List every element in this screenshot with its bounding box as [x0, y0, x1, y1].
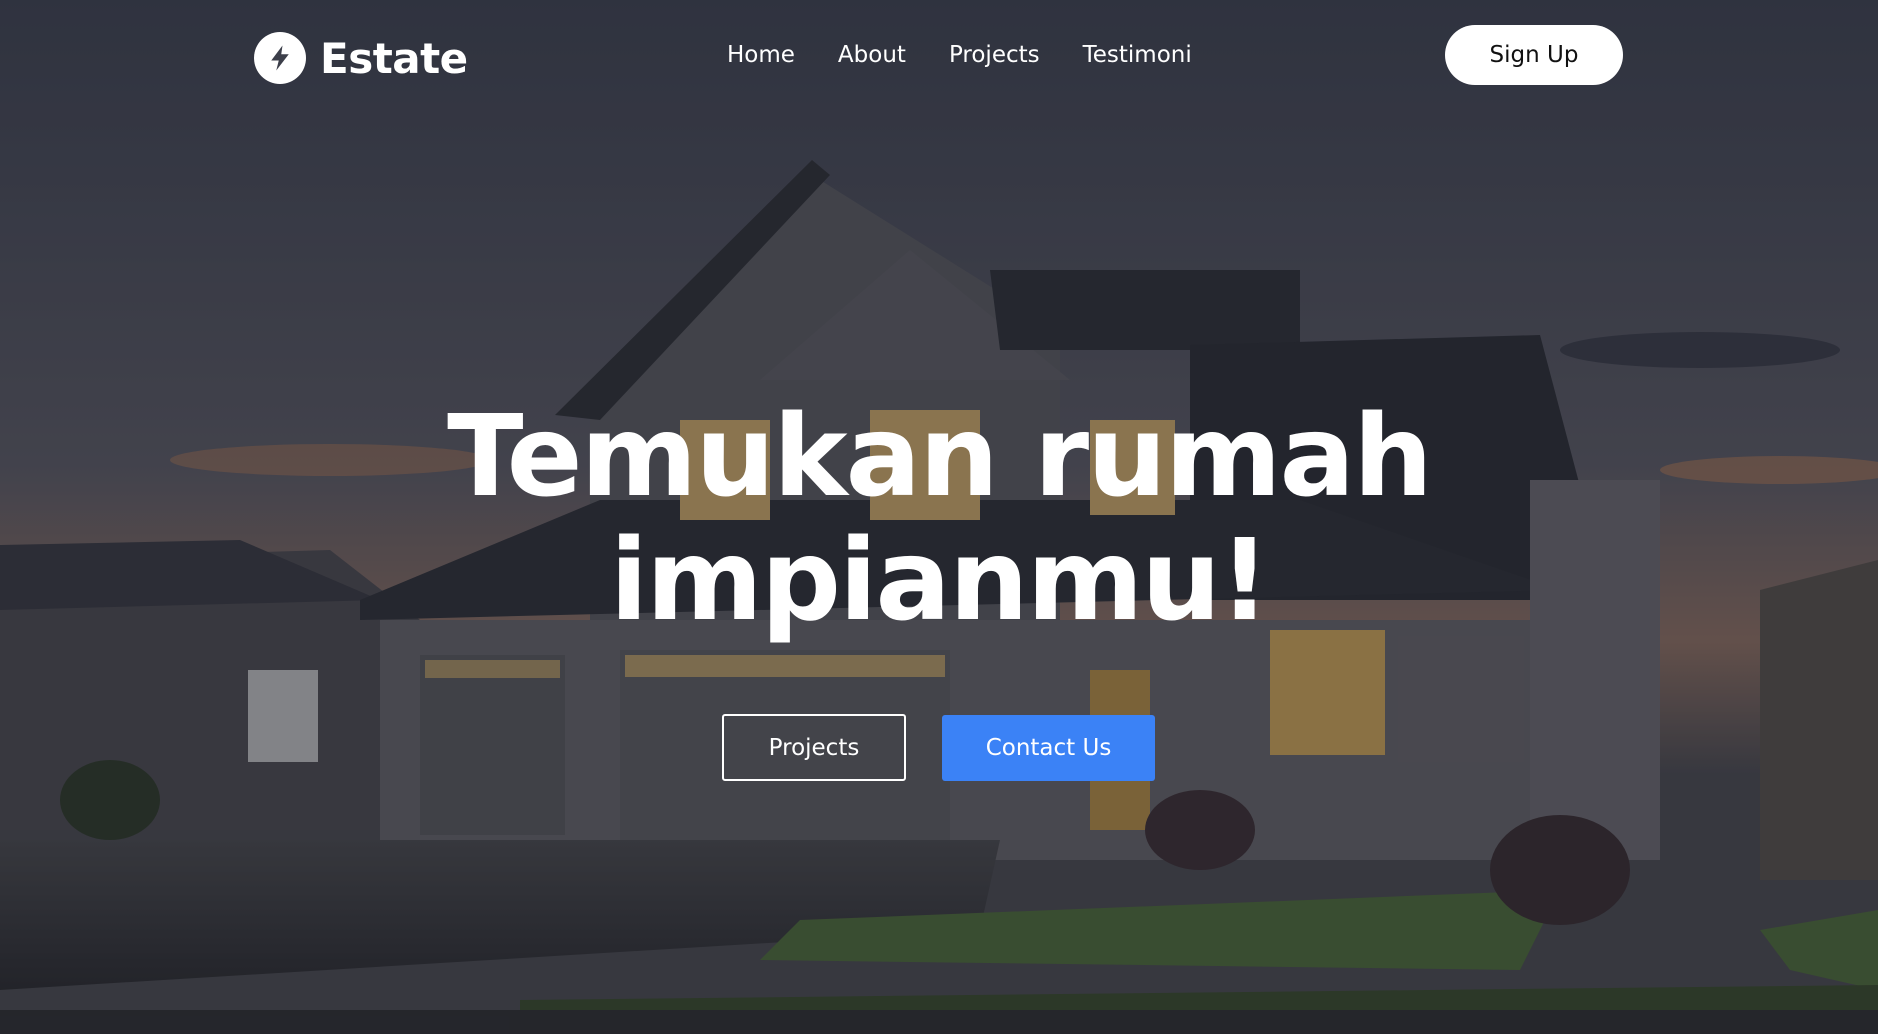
nav-link-about[interactable]: About	[838, 38, 906, 72]
brand-logo[interactable]: Estate	[254, 30, 468, 86]
hero-headline: Temukan rumah impianmu!	[339, 395, 1539, 643]
brand-name: Estate	[320, 33, 468, 83]
hero-section: Estate Home About Projects Testimoni Sig…	[0, 0, 1878, 1034]
hero-headline-line1: Temukan rumah	[447, 392, 1433, 522]
nav-link-projects[interactable]: Projects	[949, 38, 1040, 72]
lightning-bolt-icon	[254, 32, 306, 84]
contact-us-button[interactable]: Contact Us	[942, 715, 1155, 781]
top-navbar: Estate Home About Projects Testimoni Sig…	[0, 0, 1878, 112]
nav-link-testimoni[interactable]: Testimoni	[1083, 38, 1192, 72]
sign-up-button[interactable]: Sign Up	[1445, 25, 1623, 85]
nav-link-home[interactable]: Home	[727, 38, 795, 72]
projects-button[interactable]: Projects	[722, 714, 906, 781]
hero-headline-line2: impianmu!	[609, 516, 1270, 646]
main-menu: Home About Projects Testimoni	[727, 38, 1192, 72]
